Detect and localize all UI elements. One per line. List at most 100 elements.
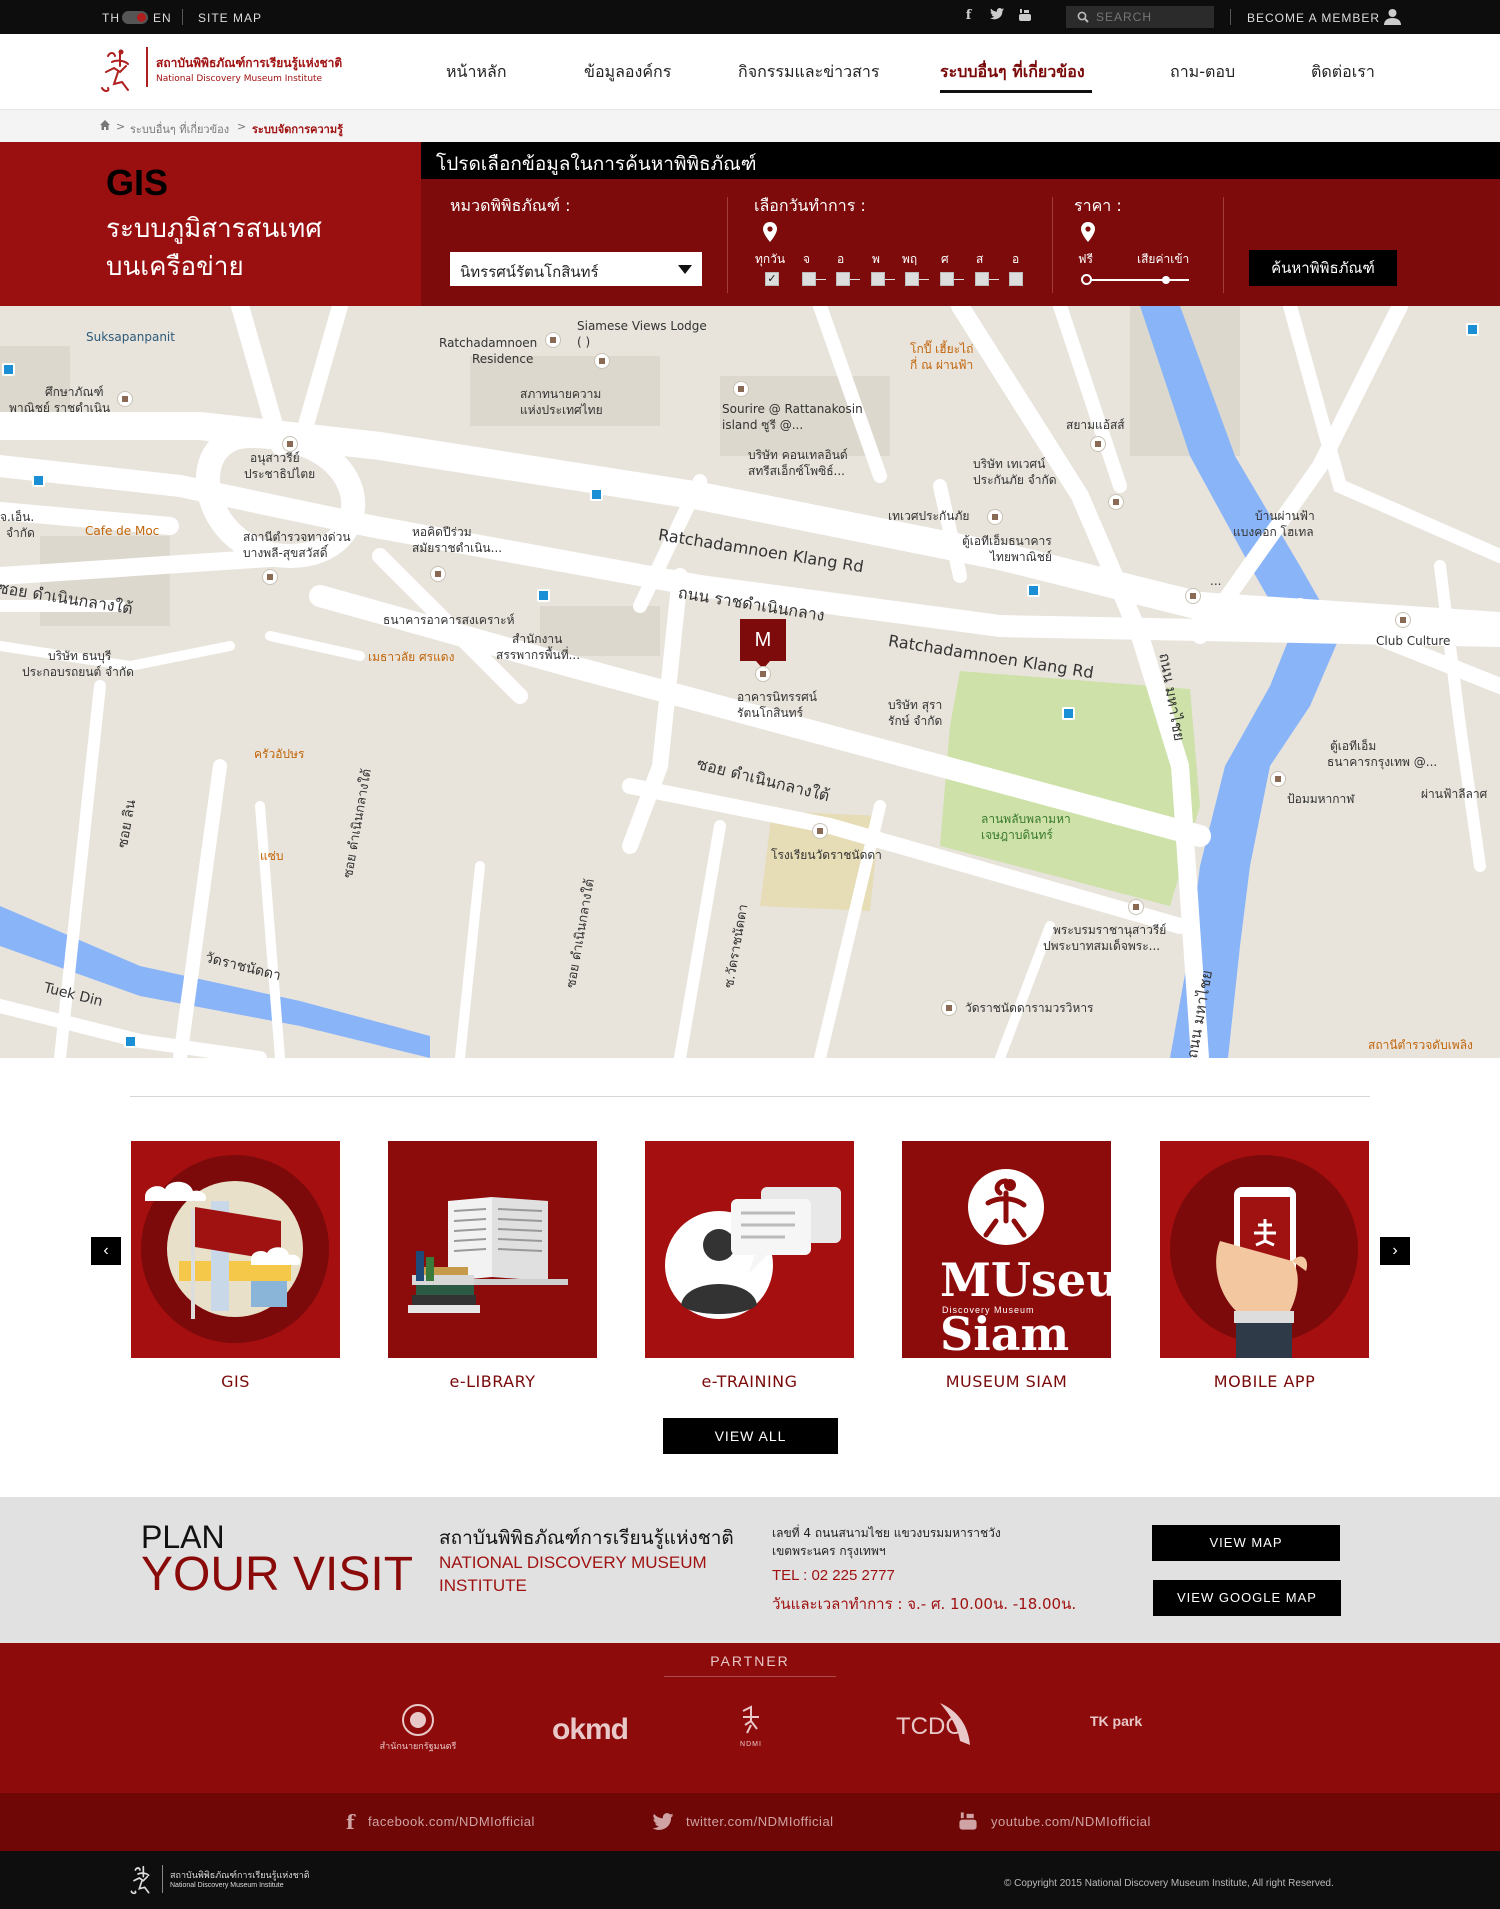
partner-logo-tkpark[interactable]: TK park bbox=[1090, 1713, 1142, 1729]
checkbox-sun[interactable] bbox=[1009, 272, 1023, 286]
museum-map-marker[interactable]: M bbox=[740, 619, 786, 669]
view-google-map-button[interactable]: VIEW GOOGLE MAP bbox=[1153, 1580, 1341, 1616]
bus-stop-icon[interactable] bbox=[2, 363, 15, 376]
bus-stop-icon[interactable] bbox=[1062, 707, 1075, 720]
home-icon[interactable] bbox=[100, 120, 110, 130]
nav-activities-news[interactable]: กิจกรรมและข่าวสาร bbox=[738, 60, 879, 85]
ndmi-logo[interactable] bbox=[100, 48, 142, 94]
map-poi[interactable] bbox=[594, 353, 610, 369]
bus-stop-icon[interactable] bbox=[1466, 323, 1479, 336]
twitter-icon[interactable] bbox=[652, 1813, 674, 1831]
partner-logo-prime-minister[interactable]: สำนักนายกรัฐมนตรี bbox=[370, 1703, 466, 1753]
map-poi[interactable] bbox=[812, 823, 828, 839]
system-card-mobile-app[interactable] bbox=[1160, 1141, 1369, 1358]
map-poi[interactable] bbox=[117, 391, 133, 407]
language-toggle[interactable] bbox=[122, 11, 148, 24]
map-poi[interactable] bbox=[755, 666, 771, 682]
lang-th[interactable]: TH bbox=[102, 11, 120, 25]
site-header: สถาบันพิพิธภัณฑ์การเรียนรู้แห่งชาติ Nati… bbox=[0, 34, 1500, 110]
facebook-icon[interactable]: f bbox=[961, 8, 977, 24]
category-select[interactable]: นิทรรศน์รัตนโกสินทร์ bbox=[450, 252, 702, 286]
map-poi[interactable] bbox=[733, 381, 749, 397]
twitter-link[interactable]: twitter.com/NDMIofficial bbox=[686, 1814, 834, 1829]
map-label: ผ่านฟ้าลีลาศ bbox=[1421, 787, 1488, 801]
bus-stop-icon[interactable] bbox=[32, 474, 45, 487]
partner-logo-ndmi[interactable]: NDMI bbox=[733, 1703, 769, 1753]
nav-organization[interactable]: ข้อมูลองค์กร bbox=[584, 60, 671, 85]
user-icon[interactable] bbox=[1384, 8, 1401, 25]
checkbox-thu[interactable] bbox=[905, 272, 919, 286]
map-poi[interactable] bbox=[1185, 588, 1201, 604]
map-label: พาณิชย์ ราชดำเนิน bbox=[9, 401, 111, 415]
facebook-icon[interactable]: f bbox=[346, 1810, 355, 1834]
map-poi[interactable] bbox=[1395, 612, 1411, 628]
youtube-link[interactable]: youtube.com/NDMIofficial bbox=[991, 1814, 1151, 1829]
map-poi[interactable] bbox=[282, 436, 298, 452]
search-box[interactable] bbox=[1066, 6, 1214, 28]
twitter-icon[interactable] bbox=[989, 8, 1005, 24]
map-poi[interactable] bbox=[1128, 899, 1144, 915]
breadcrumb-item[interactable]: ระบบอื่นๆ ที่เกี่ยวข้อง bbox=[130, 120, 229, 138]
price-slider-handle-free[interactable] bbox=[1081, 274, 1092, 285]
map-poi[interactable] bbox=[1270, 771, 1286, 787]
facebook-link[interactable]: facebook.com/NDMIofficial bbox=[368, 1814, 535, 1829]
checkbox-sat[interactable] bbox=[975, 272, 989, 286]
ndmi-logo[interactable] bbox=[130, 1863, 158, 1897]
youtube-icon[interactable] bbox=[958, 1809, 978, 1833]
search-museum-button[interactable]: ค้นหาพิพิธภัณฑ์ bbox=[1249, 250, 1397, 286]
price-slider-track[interactable] bbox=[1083, 279, 1189, 281]
search-input[interactable] bbox=[1096, 9, 1206, 25]
partner-heading: PARTNER bbox=[710, 1653, 790, 1669]
sitemap-link[interactable]: SITE MAP bbox=[198, 11, 262, 25]
carousel-next-button[interactable]: › bbox=[1380, 1237, 1410, 1265]
checkbox-all-days[interactable]: ✓ bbox=[765, 272, 779, 286]
map-label: รักษ์ จำกัด bbox=[888, 714, 943, 728]
youtube-icon[interactable] bbox=[1017, 8, 1033, 24]
checkbox-fri[interactable] bbox=[940, 272, 954, 286]
map-poi[interactable] bbox=[262, 569, 278, 585]
system-card-elibrary[interactable] bbox=[388, 1141, 597, 1358]
become-member-link[interactable]: BECOME A MEMBER bbox=[1247, 11, 1380, 25]
system-card-mobile-app-title[interactable]: MOBILE APP bbox=[1160, 1372, 1369, 1391]
system-card-gis-title[interactable]: GIS bbox=[131, 1372, 340, 1391]
system-card-museum-siam-title[interactable]: MUSEUM SIAM bbox=[902, 1372, 1111, 1391]
map-poi[interactable] bbox=[545, 332, 561, 348]
lang-en[interactable]: EN bbox=[153, 11, 172, 25]
map-poi[interactable] bbox=[987, 509, 1003, 525]
nav-home[interactable]: หน้าหลัก bbox=[446, 60, 507, 85]
map-label: บริษัท ธนบุรี bbox=[48, 649, 112, 663]
view-all-button[interactable]: VIEW ALL bbox=[663, 1418, 838, 1454]
bus-stop-icon[interactable] bbox=[537, 589, 550, 602]
map-label: ไทยพาณิชย์ bbox=[990, 550, 1052, 564]
system-card-gis[interactable] bbox=[131, 1141, 340, 1358]
map-label: island ซูรี @... bbox=[722, 418, 804, 432]
checkbox-mon[interactable] bbox=[802, 272, 816, 286]
nav-faq[interactable]: ถาม-ตอบ bbox=[1170, 60, 1235, 85]
map-label: อนุสาวรีย์ bbox=[250, 451, 300, 465]
gis-map[interactable]: M Suksapanpanit Siamese Views Lodge ( ) … bbox=[0, 306, 1500, 1058]
view-map-button[interactable]: VIEW MAP bbox=[1152, 1525, 1340, 1561]
system-card-etraining[interactable] bbox=[645, 1141, 854, 1358]
partner-logo-okmd[interactable]: okmd bbox=[552, 1713, 629, 1747]
nav-contact[interactable]: ติดต่อเรา bbox=[1311, 60, 1375, 85]
price-slider-handle-paid[interactable] bbox=[1162, 276, 1170, 284]
telephone[interactable]: TEL : 02 225 2777 bbox=[772, 1567, 895, 1584]
bus-stop-icon[interactable] bbox=[1027, 584, 1040, 597]
carousel-prev-button[interactable]: ‹ bbox=[91, 1237, 121, 1265]
checkbox-tue[interactable] bbox=[836, 272, 850, 286]
nav-related-systems[interactable]: ระบบอื่นๆ ที่เกี่ยวข้อง bbox=[940, 60, 1085, 85]
bus-stop-icon[interactable] bbox=[124, 1035, 137, 1048]
system-card-etraining-title[interactable]: e-TRAINING bbox=[645, 1372, 854, 1391]
map-poi[interactable] bbox=[430, 566, 446, 582]
location-pin-icon bbox=[1081, 222, 1095, 242]
map-poi[interactable] bbox=[1090, 436, 1106, 452]
checkbox-wed[interactable] bbox=[871, 272, 885, 286]
map-poi[interactable] bbox=[941, 1000, 957, 1016]
map-poi[interactable] bbox=[1108, 494, 1124, 510]
day-label-thu: พฤ bbox=[902, 252, 918, 266]
bus-stop-icon[interactable] bbox=[590, 488, 603, 501]
day-label-fri: ศ bbox=[941, 252, 949, 266]
system-card-museum-siam[interactable]: MUseum Siam Discovery Museum bbox=[902, 1141, 1111, 1358]
map-label: Suksapanpanit bbox=[86, 330, 175, 344]
system-card-elibrary-title[interactable]: e-LIBRARY bbox=[388, 1372, 597, 1391]
